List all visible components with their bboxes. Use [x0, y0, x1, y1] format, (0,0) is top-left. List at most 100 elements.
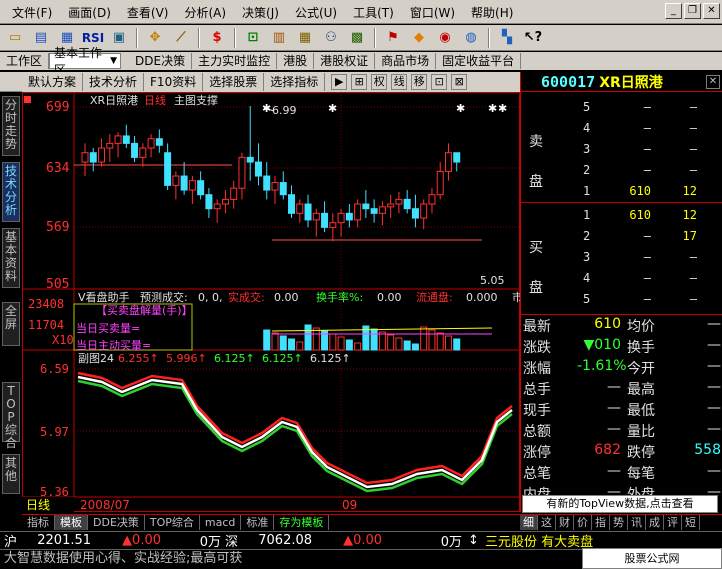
chart-tool-icon[interactable]: ⊠ [451, 74, 468, 90]
disc-icon[interactable]: ◉ [433, 27, 457, 49]
buy-level[interactable]: 3— — [521, 246, 722, 267]
quote-tab[interactable]: 这 [538, 515, 556, 530]
warning-icon[interactable]: ◆ [407, 27, 431, 49]
chart-tool-icon[interactable]: 线 [391, 74, 408, 90]
tape-icon[interactable]: ⊡ [241, 27, 265, 49]
quote-tab[interactable]: 财 [556, 515, 574, 530]
crosshair-icon[interactable]: ✥ [143, 27, 167, 49]
workarea-tab[interactable]: 商品市场 [375, 53, 437, 69]
workarea-select[interactable]: 基本工作区 ▼ [49, 46, 122, 77]
workarea-tab[interactable]: 港股 [277, 53, 315, 69]
quote-tab[interactable]: 指 [592, 515, 610, 530]
chart-tool-icon[interactable]: 移 [411, 74, 428, 90]
chart-tool-icon[interactable]: ⊡ [431, 74, 448, 90]
menu-item[interactable]: 分析(A) [176, 4, 234, 21]
analysis-button[interactable]: F10资料 [144, 73, 204, 91]
analysis-button[interactable]: 选择指标 [264, 73, 326, 91]
analysis-button[interactable]: 选择股票 [203, 73, 265, 91]
sell-level[interactable]: 1 610 12 [521, 180, 722, 201]
buy-level[interactable]: 4— — [521, 267, 722, 288]
chart-tool-icon[interactable]: ⊞ [351, 74, 368, 90]
sell-level[interactable]: 5— — [521, 96, 722, 117]
sidebar-tab[interactable]: 全屏 [2, 302, 20, 346]
menu-item[interactable]: 查看(V) [119, 4, 177, 21]
binoculars-icon[interactable]: ⚇ [319, 27, 343, 49]
svg-text:✱: ✱ [262, 102, 271, 115]
filter-icon[interactable]: ▥ [267, 27, 291, 49]
chart-tool-icon[interactable]: ▶ [331, 74, 348, 90]
candle-body [304, 203, 312, 221]
quote-tab[interactable]: 成 [646, 515, 664, 530]
sidebar-tab[interactable]: 基本资料 [2, 228, 20, 288]
topview-news-button[interactable]: 有新的TopView数据,点击查看 [522, 495, 718, 513]
window-icon[interactable]: ▣ [107, 27, 131, 49]
bottom-tabs: 指标 模板 DDE决策 TOP综合 macd 标准 存为模板 [22, 514, 520, 530]
workarea-tab[interactable]: DDE决策 [129, 53, 193, 69]
minimize-button[interactable]: _ [665, 3, 682, 19]
menu-item[interactable]: 画面(D) [60, 4, 119, 21]
bottom-tab[interactable]: 标准 [241, 515, 275, 530]
bottom-tab[interactable]: 模板 [55, 515, 88, 530]
volume-bar [288, 338, 296, 351]
close-icon[interactable]: ✕ [706, 74, 720, 89]
sidebar-tab[interactable]: 技术分析 [2, 162, 20, 222]
menu-item[interactable]: 决策(J) [234, 4, 287, 21]
workarea-tab[interactable]: 港股权证 [314, 53, 376, 69]
volume-bar [271, 332, 279, 351]
bottom-tab[interactable]: DDE决策 [88, 515, 145, 530]
help-icon[interactable]: ↖? [521, 27, 545, 49]
quote-tab[interactable]: 讯 [628, 515, 646, 530]
volume-bar [420, 326, 428, 351]
bottom-tab[interactable]: TOP综合 [145, 515, 200, 530]
candle-body [312, 212, 320, 221]
quote-tab[interactable]: 短 [682, 515, 700, 530]
menu-item[interactable]: 窗口(W) [402, 4, 463, 21]
quote-tab[interactable]: 评 [664, 515, 682, 530]
buy-level[interactable]: 1 610 12 [521, 204, 722, 225]
quote-stat-row: 总额 — 量比 — [523, 421, 721, 440]
menu-item[interactable]: 帮助(H) [463, 4, 521, 21]
alert-icon[interactable]: ⚑ [381, 27, 405, 49]
svg-text:✱: ✱ [328, 102, 337, 115]
trade-icon[interactable]: ▚ [495, 27, 519, 49]
workarea-tab[interactable]: 主力实时监控 [192, 53, 278, 69]
sidebar-tab[interactable]: 其他 [2, 454, 20, 494]
shield-icon[interactable]: ◍ [459, 27, 483, 49]
analysis-toolbar: 默认方案 技术分析 F10资料 选择股票 选择指标 ▶ ⊞ 权线移 ⊡ ⊠ [22, 72, 520, 92]
menu-item[interactable]: 工具(T) [345, 4, 402, 21]
chart-area[interactable]: 699 634 569 505 XR日照港 日线 主图支撑 6.99 5.05 … [22, 92, 520, 512]
bottom-tab[interactable]: 指标 [22, 515, 55, 530]
scan-icon[interactable]: ▩ [345, 27, 369, 49]
analysis-button[interactable]: 默认方案 [22, 73, 84, 91]
menu-item[interactable]: 公式(U) [287, 4, 345, 21]
buy-level[interactable]: 2—17 [521, 225, 722, 246]
close-button[interactable]: ✕ [703, 3, 720, 19]
price-tick: 505 [46, 277, 69, 292]
chart-icon[interactable]: ▤ [29, 27, 53, 49]
toolbar: ▭ ▤ ▦ RSI ▣ ✥ ⟋ $ ⊡ ▥ ▦ ⚇ ▩ ⚑ ◆ ◉ ◍ ▚ ↖? [0, 25, 722, 51]
analysis-button[interactable]: 技术分析 [83, 73, 145, 91]
chart-tool-icon[interactable]: 权 [371, 74, 388, 90]
open-icon[interactable]: ▭ [3, 27, 27, 49]
grid-icon[interactable]: ▦ [293, 27, 317, 49]
sidebar-tab[interactable]: TOP综合 [2, 382, 20, 450]
sell-level[interactable]: 2— — [521, 159, 722, 180]
bottom-tab[interactable]: macd [200, 515, 242, 530]
ruler-icon[interactable]: ⟋ [169, 27, 193, 49]
menu-item[interactable]: 文件(F) [4, 4, 60, 21]
quote-tab[interactable]: 势 [610, 515, 628, 530]
bottom-tab[interactable]: 存为模板 [274, 515, 330, 530]
workarea-tab[interactable]: 固定收益平台 [436, 53, 522, 69]
dollar-icon[interactable]: $ [205, 27, 229, 49]
restore-button[interactable]: ❐ [684, 3, 701, 19]
buy-level[interactable]: 5— — [521, 288, 722, 309]
candle-body [221, 198, 229, 205]
vol-title: V看盘助手 [78, 290, 130, 304]
sell-level[interactable]: 4— — [521, 117, 722, 138]
quote-tab[interactable]: 细 [520, 515, 538, 530]
sell-level[interactable]: 3— — [521, 138, 722, 159]
sidebar-tab[interactable]: 分时走势 [2, 96, 20, 156]
date-label: 09 [342, 498, 357, 512]
quote-tab[interactable]: 价 [574, 515, 592, 530]
svg-text:✱: ✱ [498, 102, 507, 115]
